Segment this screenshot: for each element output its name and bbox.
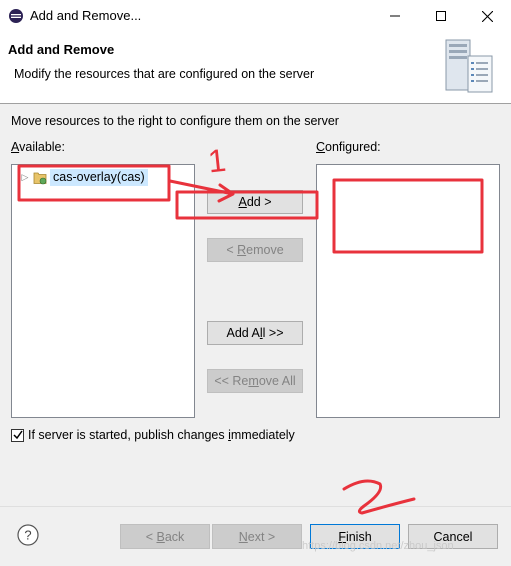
close-button[interactable] [464, 0, 511, 32]
list-item[interactable]: ▷ cas-overlay(cas) [20, 169, 148, 186]
publish-label-rest: mmediately [230, 428, 295, 442]
next-button-label: ext > [247, 529, 276, 544]
help-icon[interactable]: ? [17, 524, 39, 546]
publish-label-text: If server is started, publish changes [28, 428, 229, 442]
minimize-button[interactable] [372, 0, 418, 32]
project-icon [33, 172, 47, 184]
maximize-icon [436, 11, 446, 21]
add-all-button-prefix: Add A [226, 326, 260, 340]
add-button-label: dd > [246, 195, 272, 209]
checkmark-icon [12, 430, 23, 440]
available-list[interactable]: ▷ cas-overlay(cas) [11, 164, 195, 418]
svg-text:?: ? [24, 528, 31, 543]
back-button-mnemonic: B [156, 529, 165, 544]
maximize-button[interactable] [418, 0, 464, 32]
window-title: Add and Remove... [30, 8, 142, 23]
server-icon [445, 39, 493, 93]
back-button-prefix: < [145, 529, 157, 544]
remove-all-button-mnemonic: m [248, 374, 259, 388]
add-all-button-label: l >> [262, 326, 284, 340]
step-1-label: 1 [206, 142, 227, 180]
add-button[interactable]: Add > [207, 190, 303, 214]
back-button-label: ack [164, 529, 185, 544]
remove-all-button-prefix: << Re [214, 374, 249, 388]
add-all-button[interactable]: Add All >> [207, 321, 303, 345]
footer-divider [0, 506, 511, 507]
publish-label: If server is started, publish changes im… [28, 428, 295, 442]
back-button[interactable]: < Back [120, 524, 210, 549]
instruction-text: Move resources to the right to configure… [11, 114, 339, 128]
watermark: https://blog.csdn.net/zhou_json [302, 540, 454, 552]
tree-expand-icon[interactable]: ▷ [20, 169, 30, 186]
remove-button-mnemonic: R [237, 243, 247, 257]
close-icon [482, 10, 493, 22]
wizard-header: Add and Remove Modify the resources that… [0, 32, 511, 104]
project-label[interactable]: cas-overlay(cas) [50, 169, 148, 186]
next-button-mnemonic: N [238, 529, 248, 544]
publish-option[interactable]: If server is started, publish changes im… [11, 428, 295, 442]
minimize-icon [390, 15, 400, 17]
publish-checkbox[interactable] [11, 428, 24, 442]
next-button[interactable]: Next > [212, 524, 302, 549]
configured-label-text: onfigured: [325, 140, 381, 154]
available-label: Available: [11, 140, 65, 154]
step-2-glyph [342, 479, 416, 515]
remove-button-label: emove [246, 243, 284, 257]
configured-label: Configured: [316, 140, 381, 154]
available-label-text: vailable: [19, 140, 65, 154]
available-label-mnemonic: A [11, 140, 20, 154]
configured-label-mnemonic: C [316, 140, 326, 154]
header-title: Add and Remove [8, 42, 115, 57]
remove-all-button[interactable]: << Re m ove All [207, 369, 303, 393]
eclipse-app-icon [9, 9, 23, 23]
header-description: Modify the resources that are configured… [14, 67, 315, 81]
remove-all-button-label: ove All [258, 374, 296, 388]
remove-button-prefix: < [226, 243, 238, 257]
title-bar: Add and Remove... [0, 0, 511, 32]
remove-button[interactable]: < Remove [207, 238, 303, 262]
configured-list[interactable] [316, 164, 500, 418]
add-button-mnemonic: A [238, 195, 247, 209]
